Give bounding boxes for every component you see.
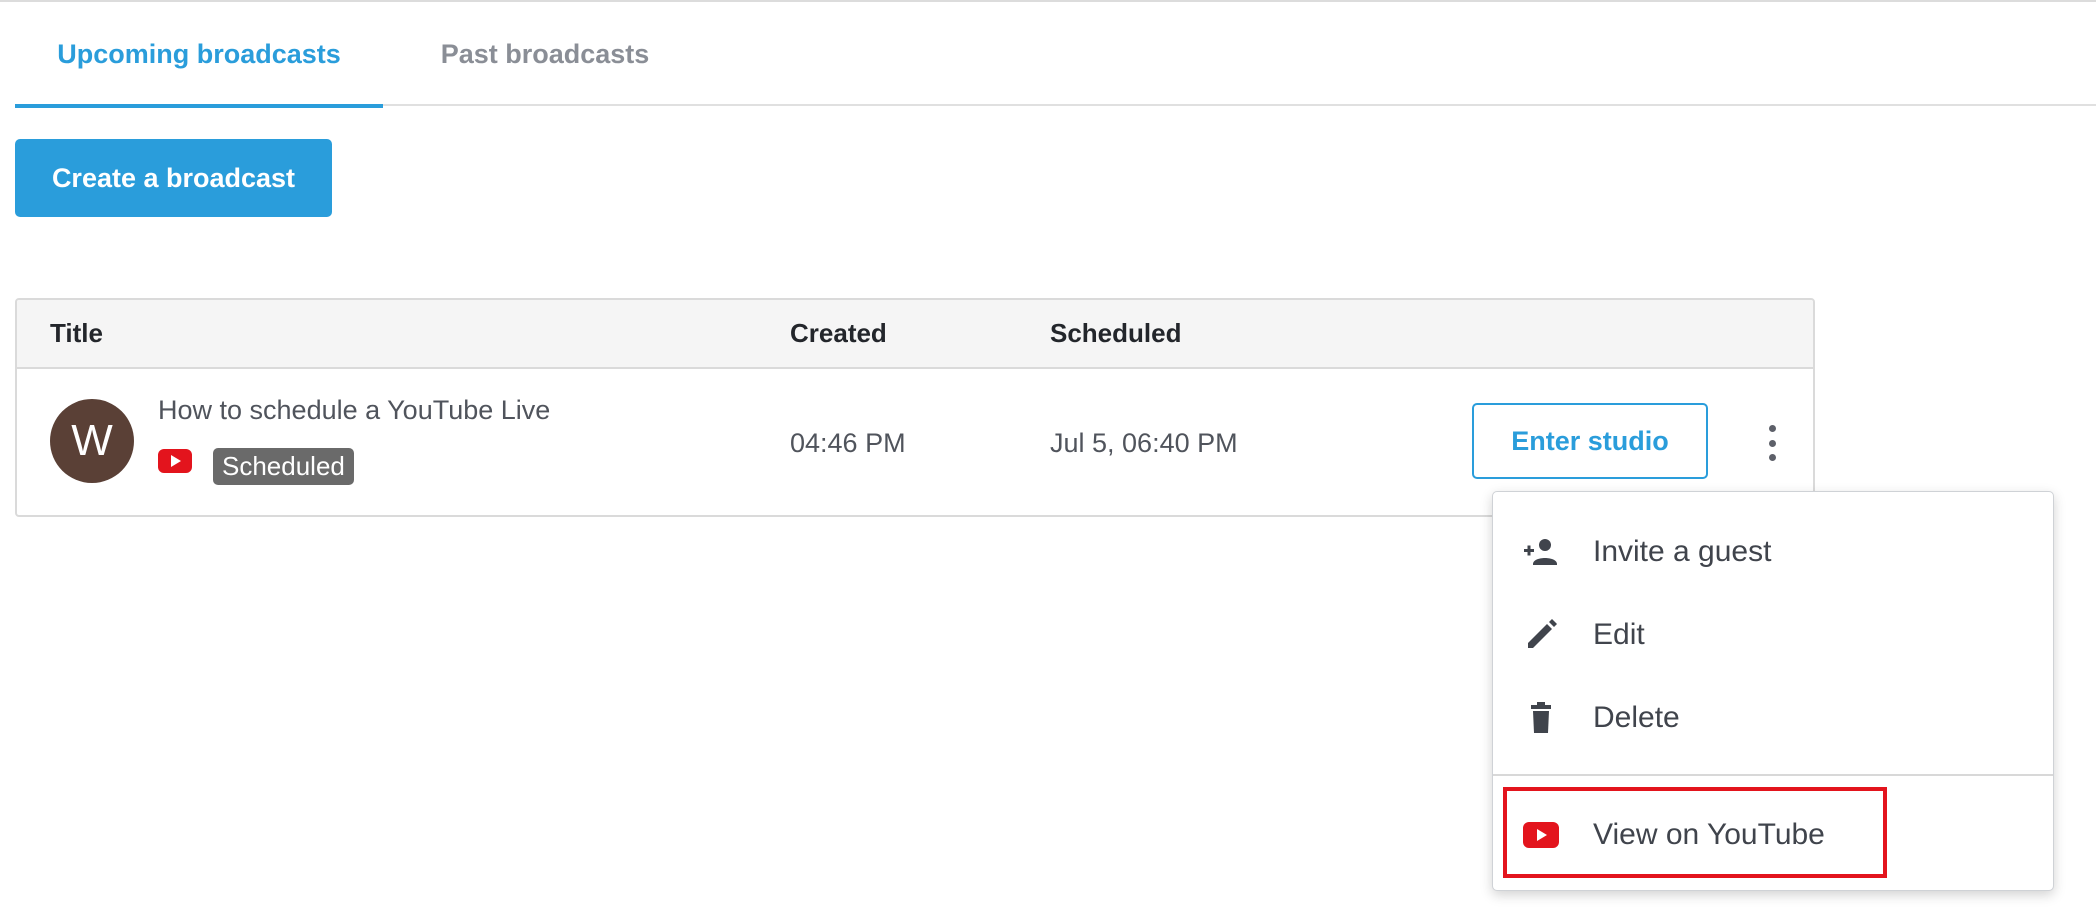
tab-past-broadcasts[interactable]: Past broadcasts — [430, 2, 660, 106]
column-header-scheduled: Scheduled — [1050, 318, 1182, 348]
row-actions-menu: Invite a guest Edit Delete View on YouTu… — [1492, 491, 2054, 891]
kebab-dot — [1768, 425, 1776, 432]
menu-item-label: Edit — [1593, 618, 1645, 651]
tab-upcoming-broadcasts[interactable]: Upcoming broadcasts — [15, 2, 383, 108]
menu-item-label: Invite a guest — [1593, 535, 1772, 568]
avatar: W — [50, 399, 134, 483]
menu-item-edit[interactable]: Edit — [1493, 595, 2053, 675]
broadcasts-table: Title Created Scheduled W How to schedul… — [15, 298, 1815, 517]
add-person-icon — [1523, 534, 1559, 570]
broadcast-tabs: Upcoming broadcasts Past broadcasts — [15, 2, 2096, 108]
enter-studio-button[interactable]: Enter studio — [1472, 403, 1708, 479]
youtube-icon — [1523, 817, 1559, 853]
menu-item-invite-guest[interactable]: Invite a guest — [1493, 512, 2053, 592]
create-broadcast-button[interactable]: Create a broadcast — [15, 139, 332, 217]
table-header: Title Created Scheduled — [17, 300, 1813, 369]
menu-divider — [1493, 774, 2053, 776]
kebab-dot — [1768, 439, 1776, 447]
kebab-dot — [1768, 454, 1776, 461]
column-header-title: Title — [50, 318, 103, 348]
pencil-icon — [1523, 617, 1559, 653]
menu-item-label: View on YouTube — [1593, 818, 1825, 851]
broadcast-title: How to schedule a YouTube Live — [158, 395, 551, 425]
created-time: 04:46 PM — [790, 427, 906, 458]
status-badge: Scheduled — [213, 448, 354, 485]
menu-item-view-on-youtube[interactable]: View on YouTube — [1493, 795, 2053, 875]
menu-item-delete[interactable]: Delete — [1493, 678, 2053, 758]
trash-icon — [1523, 700, 1559, 736]
scheduled-time: Jul 5, 06:40 PM — [1050, 427, 1238, 458]
column-header-created: Created — [790, 318, 887, 348]
youtube-icon — [158, 449, 192, 473]
more-options-icon[interactable] — [1755, 423, 1789, 463]
menu-item-label: Delete — [1593, 701, 1680, 734]
